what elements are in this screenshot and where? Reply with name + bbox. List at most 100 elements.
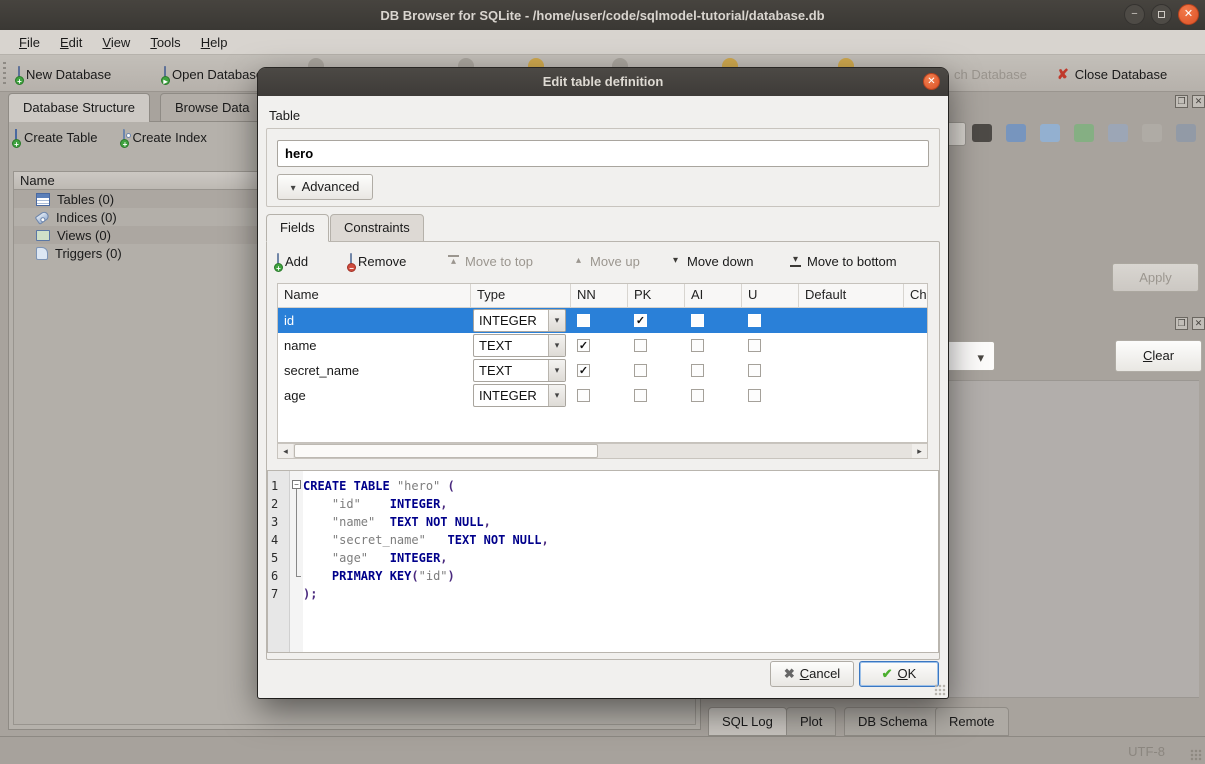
- wrap-lines-icon[interactable]: [972, 124, 992, 142]
- field-name-cell[interactable]: secret_name: [278, 358, 471, 383]
- close-dock-icon[interactable]: ✕: [1192, 317, 1205, 330]
- sql-code-line[interactable]: );: [303, 585, 317, 603]
- column-header-name[interactable]: Name: [278, 284, 471, 307]
- add-button[interactable]: +Add: [277, 248, 308, 274]
- tab-browse-data[interactable]: Browse Data: [160, 93, 264, 122]
- checkbox-u[interactable]: [748, 339, 761, 352]
- print-icon[interactable]: [1176, 124, 1196, 142]
- open-file-icon[interactable]: [1006, 124, 1026, 142]
- tab-remote[interactable]: Remote: [935, 707, 1009, 736]
- sql-code-line[interactable]: "id" INTEGER,: [303, 495, 448, 513]
- menu-tools[interactable]: Tools: [141, 32, 189, 53]
- checkbox-nn-checked[interactable]: ✓: [577, 339, 590, 352]
- field-row-name[interactable]: nameTEXT▾ ✓: [278, 333, 927, 358]
- scroll-right-icon[interactable]: ▸: [912, 444, 927, 458]
- menu-view[interactable]: View: [93, 32, 139, 53]
- check-cell[interactable]: [904, 333, 928, 358]
- horizontal-scrollbar[interactable]: ◂ ▸: [277, 443, 928, 459]
- minimize-icon[interactable]: −: [1124, 4, 1145, 25]
- checkbox-u[interactable]: [748, 389, 761, 402]
- field-name-cell[interactable]: age: [278, 383, 471, 408]
- checkbox-nn[interactable]: [577, 389, 590, 402]
- default-cell[interactable]: [799, 308, 904, 333]
- column-header-default[interactable]: Default: [799, 284, 904, 307]
- checkbox-pk[interactable]: [634, 339, 647, 352]
- tab-db-schema[interactable]: DB Schema: [844, 707, 941, 736]
- resize-grip[interactable]: [1190, 749, 1202, 761]
- column-header-ai[interactable]: AI: [685, 284, 742, 307]
- column-header-type[interactable]: Type: [471, 284, 571, 307]
- sql-code-line[interactable]: PRIMARY KEY("id"): [303, 567, 455, 585]
- open-database-button[interactable]: ▸ Open Database: [160, 61, 267, 87]
- advanced-button[interactable]: ▾Advanced: [277, 174, 373, 200]
- tab-sql-log[interactable]: SQL Log: [708, 707, 787, 736]
- column-header-pk[interactable]: PK: [628, 284, 685, 307]
- check-cell[interactable]: [904, 308, 928, 333]
- export-icon[interactable]: [1074, 124, 1094, 142]
- scrollbar-thumb[interactable]: [294, 444, 598, 458]
- tab-database-structure[interactable]: Database Structure: [8, 93, 150, 122]
- checkbox-ai[interactable]: [691, 389, 704, 402]
- type-combobox[interactable]: TEXT▾: [473, 359, 566, 382]
- save-file-icon[interactable]: [1040, 124, 1060, 142]
- column-header-u[interactable]: U: [742, 284, 799, 307]
- move-to-bottom-button[interactable]: ▾Move to bottom: [790, 248, 897, 274]
- default-cell[interactable]: [799, 358, 904, 383]
- tab-fields[interactable]: Fields: [266, 214, 329, 242]
- fullscreen-icon[interactable]: [1142, 124, 1162, 142]
- menu-edit[interactable]: Edit: [51, 32, 91, 53]
- menu-help[interactable]: Help: [192, 32, 237, 53]
- attach-database-button[interactable]: ch Database: [950, 61, 1031, 87]
- close-database-button[interactable]: ✘ Close Database: [1053, 61, 1171, 87]
- field-name-cell[interactable]: name: [278, 333, 471, 358]
- move-down-button[interactable]: ▾Move down: [670, 248, 753, 274]
- checkbox-nn-checked[interactable]: ✓: [577, 364, 590, 377]
- checkbox-u[interactable]: [748, 364, 761, 377]
- create-index-button[interactable]: + Create Index: [123, 130, 206, 145]
- float-dock-icon[interactable]: ❐: [1175, 317, 1188, 330]
- field-row-secret_name[interactable]: secret_nameTEXT▾ ✓: [278, 358, 927, 383]
- close-icon[interactable]: ✕: [1178, 4, 1199, 25]
- check-cell[interactable]: [904, 358, 928, 383]
- checkbox-ai[interactable]: [691, 339, 704, 352]
- menu-file[interactable]: File: [10, 32, 49, 53]
- remove-button[interactable]: −Remove: [350, 248, 406, 274]
- cancel-button[interactable]: ✖Cancel: [770, 661, 854, 687]
- ok-button[interactable]: ✔OK: [859, 661, 939, 687]
- float-dock-icon[interactable]: ❐: [1175, 95, 1188, 108]
- apply-button[interactable]: Apply: [1112, 263, 1199, 292]
- default-cell[interactable]: [799, 333, 904, 358]
- type-combobox[interactable]: INTEGER▾: [473, 309, 566, 332]
- maximize-icon[interactable]: [1151, 4, 1172, 25]
- dialog-close-icon[interactable]: ✕: [923, 73, 940, 90]
- checkbox-pk[interactable]: [634, 364, 647, 377]
- type-combobox[interactable]: INTEGER▾: [473, 384, 566, 407]
- type-combobox[interactable]: TEXT▾: [473, 334, 566, 357]
- checkbox-ai[interactable]: [691, 364, 704, 377]
- new-database-button[interactable]: + New Database: [14, 61, 115, 87]
- tab-plot[interactable]: Plot: [786, 707, 836, 736]
- dialog-resize-grip[interactable]: [934, 684, 946, 696]
- column-header-nn[interactable]: NN: [571, 284, 628, 307]
- create-table-button[interactable]: + Create Table: [15, 130, 97, 145]
- checkbox-nn[interactable]: [577, 314, 590, 327]
- checkbox-pk[interactable]: [634, 389, 647, 402]
- checkbox-u[interactable]: [748, 314, 761, 327]
- check-cell[interactable]: [904, 383, 928, 408]
- default-cell[interactable]: [799, 383, 904, 408]
- field-row-age[interactable]: ageINTEGER▾: [278, 383, 927, 408]
- fold-collapse-icon[interactable]: −: [292, 480, 301, 489]
- checkbox-ai[interactable]: [691, 314, 704, 327]
- field-name-cell[interactable]: id: [278, 308, 471, 333]
- link-icon[interactable]: [1108, 124, 1128, 142]
- checkbox-pk-checked[interactable]: ✓: [634, 314, 647, 327]
- sql-code-line[interactable]: "name" TEXT NOT NULL,: [303, 513, 491, 531]
- scroll-left-icon[interactable]: ◂: [278, 444, 293, 458]
- sql-code-line[interactable]: CREATE TABLE "hero" (: [303, 477, 455, 495]
- tab-constraints[interactable]: Constraints: [330, 214, 424, 242]
- column-header-check[interactable]: Check: [904, 284, 928, 307]
- close-dock-icon[interactable]: ✕: [1192, 95, 1205, 108]
- table-name-input[interactable]: [277, 140, 929, 167]
- field-row-id[interactable]: idINTEGER▾ ✓: [278, 308, 927, 333]
- sql-code-line[interactable]: "secret_name" TEXT NOT NULL,: [303, 531, 549, 549]
